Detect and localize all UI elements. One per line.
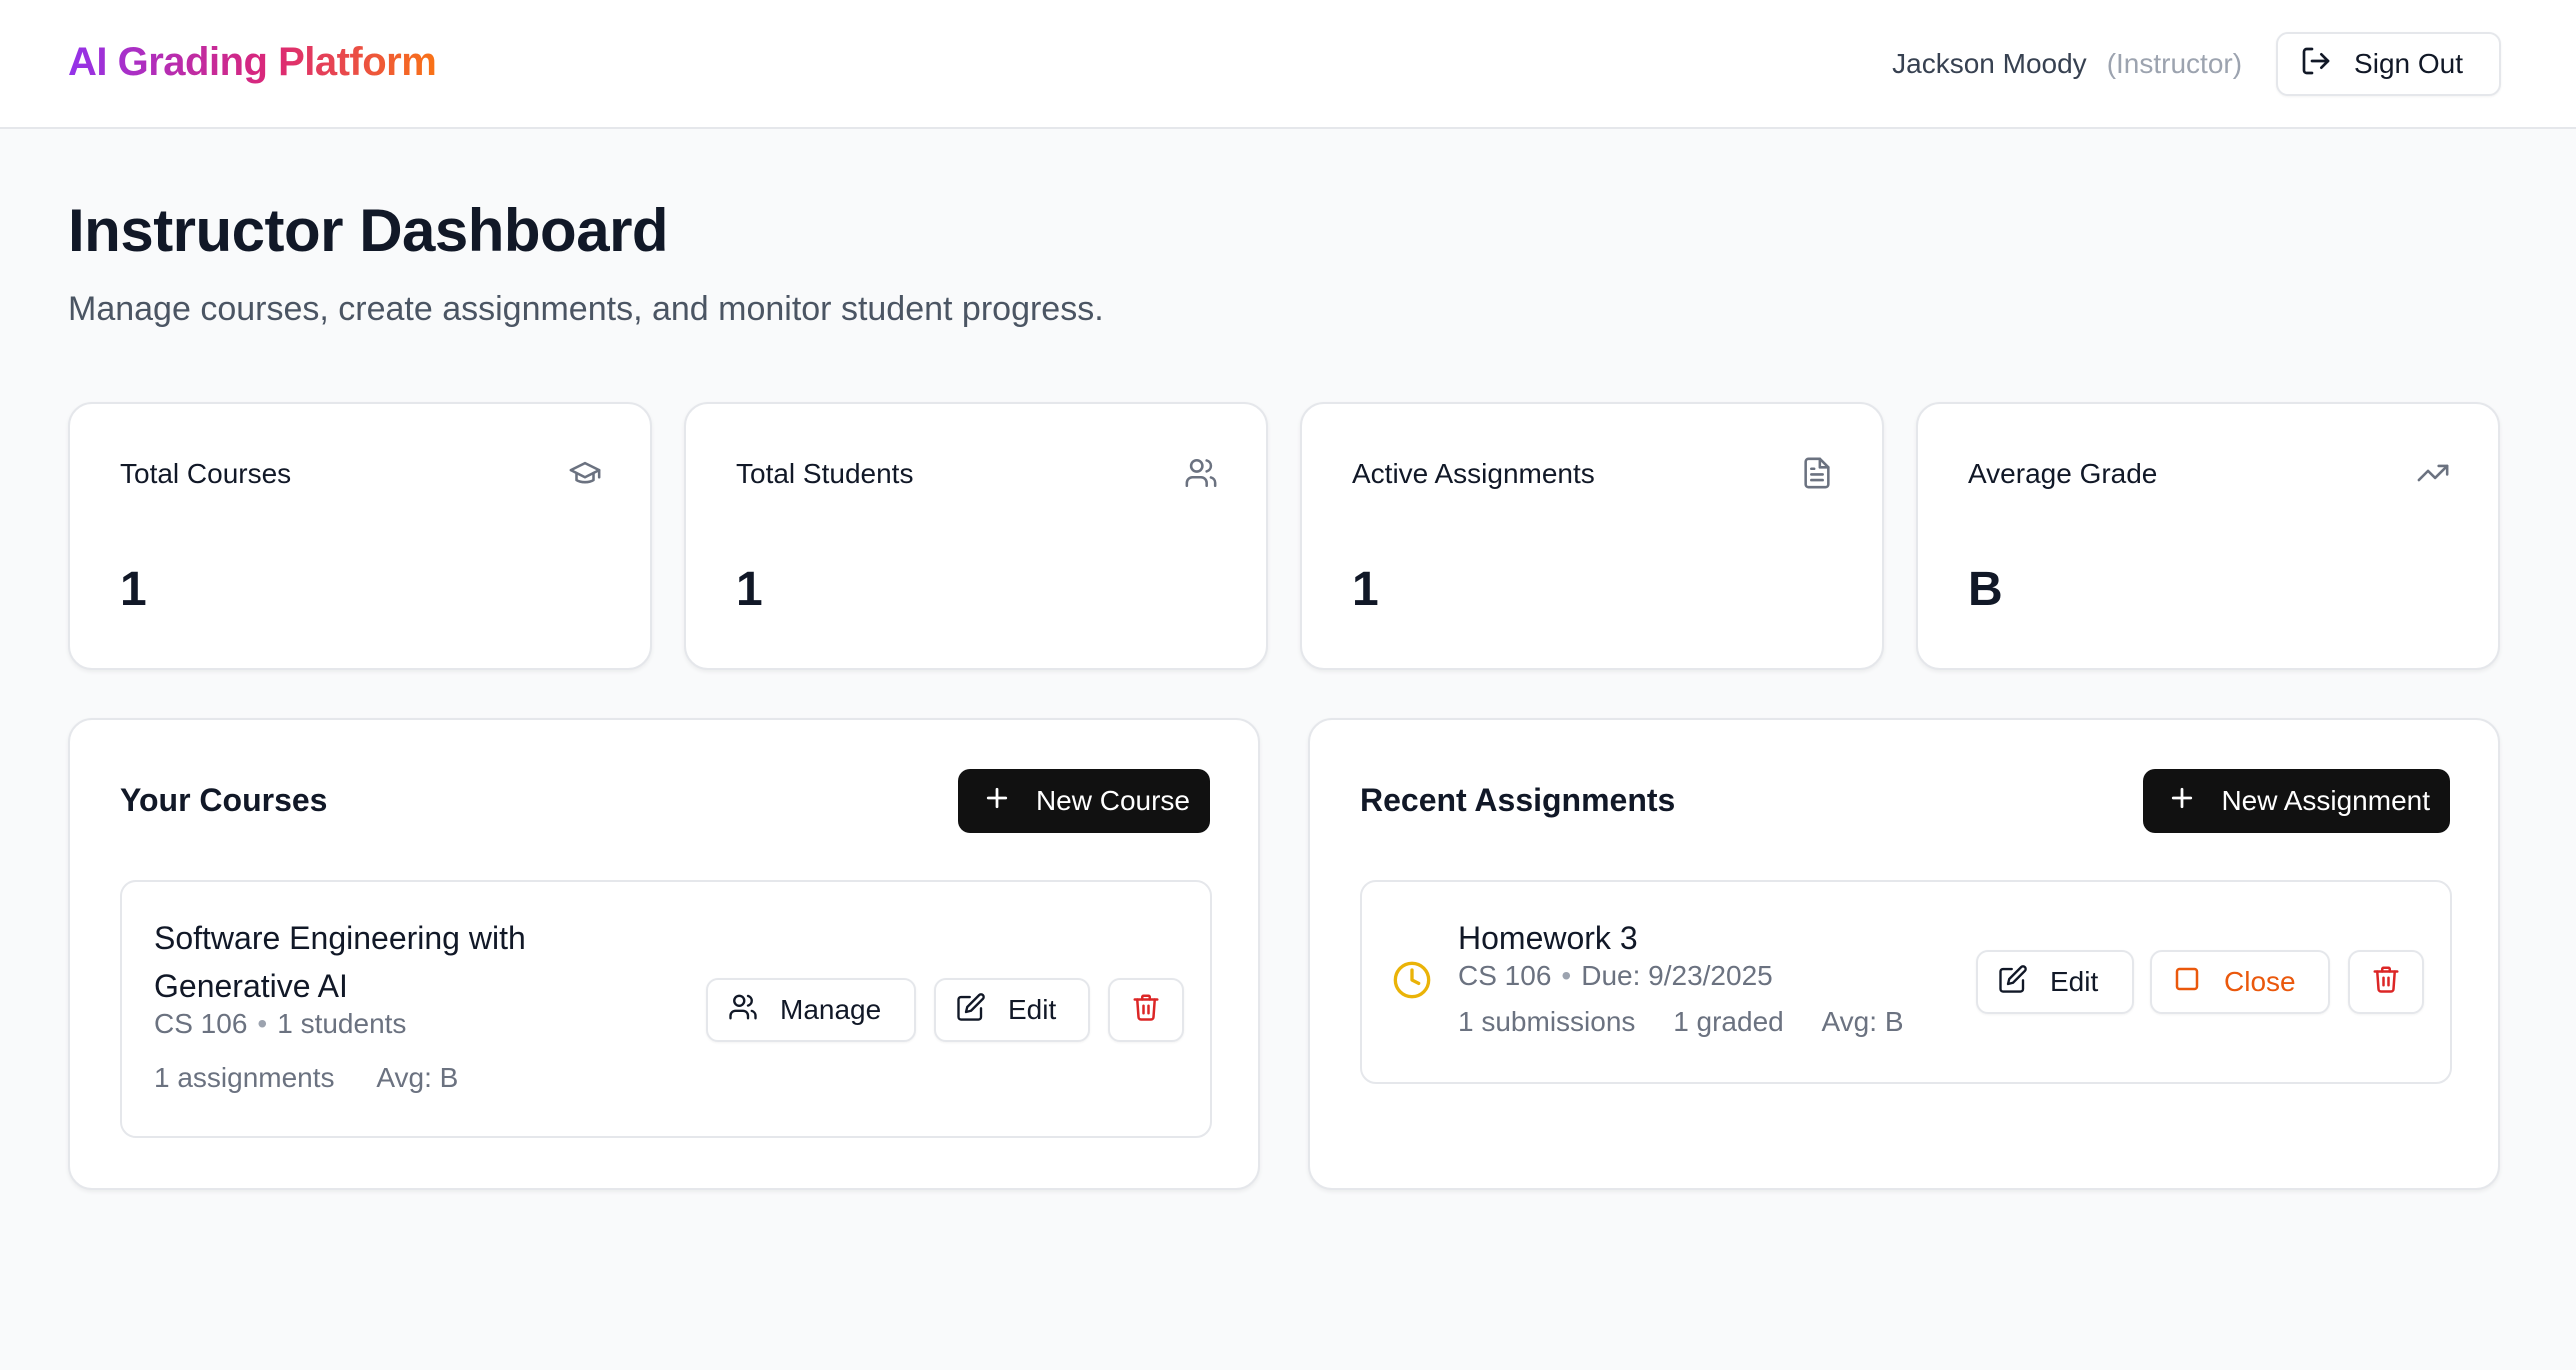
course-info: Software Engineering with Generative AI …: [154, 914, 526, 1094]
new-course-label: New Course: [1035, 785, 1190, 816]
stat-value: 1: [120, 563, 147, 616]
stat-value: 1: [1352, 563, 1379, 616]
top-navigation-bar: AI Grading Platform Jackson Moody (Instr…: [0, 0, 2576, 129]
stat-card-total-courses: Total Courses 1: [68, 402, 652, 670]
assignment-course: CS 106: [1458, 960, 1552, 991]
brand-logo[interactable]: AI Grading Platform: [68, 40, 437, 85]
clock-icon: [1392, 960, 1432, 1000]
assignment-due: Due: 9/23/2025: [1581, 960, 1773, 991]
course-students: 1 students: [277, 1008, 407, 1039]
assignments-panel: Recent Assignments New Assignment Homewo…: [1308, 718, 2500, 1190]
trash-icon: [1131, 992, 1161, 1029]
assignment-card[interactable]: Homework 3 CS 106 • Due: 9/23/2025 1 submi…: [1360, 880, 2452, 1084]
course-avg: Avg: B: [376, 1062, 459, 1093]
course-title-line2: Generative AI: [154, 968, 348, 1004]
user-role: (Instructor): [2106, 48, 2243, 79]
file-text-icon: [1800, 456, 1834, 490]
course-assignments: 1 assignments: [154, 1062, 335, 1093]
stat-card-active-assignments: Active Assignments 1: [1300, 402, 1884, 670]
stat-label: Total Students: [736, 458, 914, 489]
assignment-submissions: 1 submissions: [1458, 1006, 1636, 1037]
assignment-info: Homework 3 CS 106 • Due: 9/23/2025 1 submi…: [1458, 914, 1904, 1038]
course-code: CS 106: [154, 1008, 248, 1039]
square-icon: [2172, 964, 2202, 1001]
manage-button[interactable]: Manage: [706, 978, 916, 1042]
plus-icon: [982, 783, 1012, 820]
stat-label: Total Courses: [120, 458, 292, 489]
plus-icon: [2167, 783, 2197, 820]
edit-assignment-button[interactable]: Edit: [1976, 950, 2134, 1014]
courses-panel-title: Your Courses: [120, 782, 328, 818]
assignment-stats: 1 submissions 1 graded Avg: B: [1458, 1006, 1904, 1038]
separator-dot: •: [1561, 960, 1572, 991]
trash-icon: [2371, 964, 2401, 1001]
assignment-graded: 1 graded: [1673, 1006, 1784, 1037]
new-course-button[interactable]: New Course: [957, 769, 1210, 833]
assignment-title: Homework 3: [1458, 920, 1638, 956]
separator-dot: •: [257, 1008, 268, 1039]
delete-course-button[interactable]: [1108, 978, 1184, 1042]
stat-value: B: [1968, 563, 2003, 616]
new-assignment-button[interactable]: New Assignment: [2143, 769, 2450, 833]
assignment-avg: Avg: B: [1821, 1006, 1904, 1037]
course-title-line1: Software Engineering with: [154, 920, 526, 956]
delete-assignment-button[interactable]: [2348, 950, 2424, 1014]
assignment-meta: CS 106 • Due: 9/23/2025: [1458, 960, 1904, 992]
users-icon: [1184, 456, 1218, 490]
edit-icon: [1998, 964, 2028, 1001]
course-stats: 1 assignments Avg: B: [154, 1062, 526, 1094]
user-area: Jackson Moody (Instructor) Sign Out: [1892, 32, 2501, 96]
stat-label: Average Grade: [1968, 458, 2158, 489]
users-icon: [728, 992, 758, 1029]
trending-up-icon: [2416, 456, 2450, 490]
page-subtitle: Manage courses, create assignments, and …: [68, 290, 1104, 328]
edit-label: Edit: [1008, 994, 1057, 1025]
course-card[interactable]: Software Engineering with Generative AI …: [120, 880, 1212, 1138]
close-assignment-button[interactable]: Close: [2150, 950, 2330, 1014]
stat-card-total-students: Total Students 1: [684, 402, 1268, 670]
edit-course-button[interactable]: Edit: [934, 978, 1090, 1042]
user-name: Jackson Moody: [1892, 48, 2087, 79]
edit-label: Edit: [2050, 966, 2099, 997]
edit-icon: [956, 992, 986, 1029]
stat-card-average-grade: Average Grade B: [1916, 402, 2500, 670]
stat-label: Active Assignments: [1352, 458, 1595, 489]
graduation-cap-icon: [568, 456, 602, 490]
new-assignment-label: New Assignment: [2221, 785, 2430, 816]
close-label: Close: [2224, 966, 2296, 997]
page-title: Instructor Dashboard: [68, 197, 669, 264]
log-out-icon: [2300, 45, 2332, 84]
courses-panel: Your Courses New Course Software Enginee…: [68, 718, 1260, 1190]
sign-out-button[interactable]: Sign Out: [2276, 32, 2501, 96]
assignments-panel-title: Recent Assignments: [1360, 782, 1676, 818]
manage-label: Manage: [780, 994, 882, 1025]
stat-value: 1: [736, 563, 763, 616]
sign-out-label: Sign Out: [2354, 48, 2463, 79]
course-meta: CS 106 • 1 students: [154, 1008, 526, 1040]
